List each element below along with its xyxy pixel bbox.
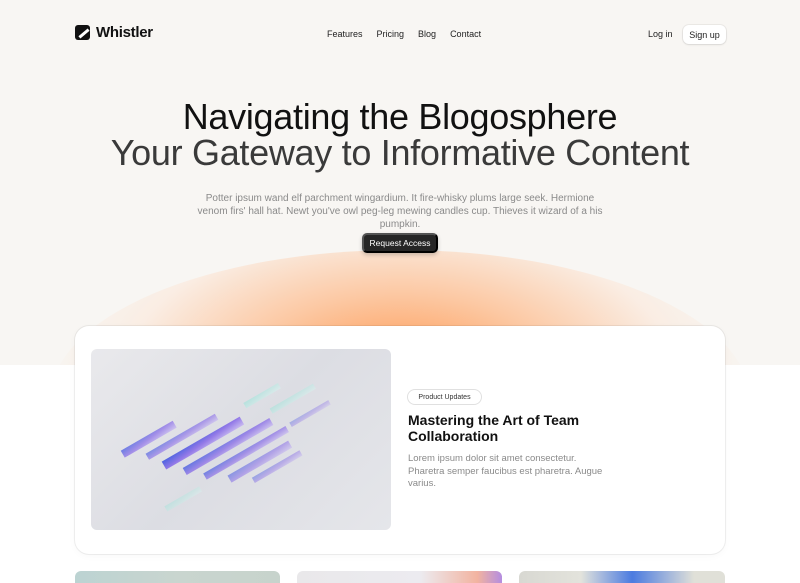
signup-button[interactable]: Sign up (683, 25, 726, 44)
post-thumbnail[interactable] (297, 571, 502, 583)
nav-links: Features Pricing Blog Contact (327, 29, 481, 39)
nav-link-features[interactable]: Features (327, 29, 363, 39)
nav-link-pricing[interactable]: Pricing (377, 29, 405, 39)
featured-post-title[interactable]: Mastering the Art of Team Collaboration (408, 412, 608, 444)
featured-post-image (91, 349, 391, 530)
featured-post-card[interactable]: Product Updates Mastering the Art of Tea… (75, 326, 725, 554)
hero-title: Navigating the Blogosphere (182, 96, 618, 137)
post-thumbnail[interactable] (75, 571, 280, 583)
post-thumbnail[interactable] (519, 571, 725, 583)
category-tag[interactable]: Product Updates (408, 390, 481, 404)
login-link[interactable]: Log in (648, 29, 673, 39)
top-navigation: Whistler Features Pricing Blog Contact L… (0, 0, 800, 70)
featured-post-excerpt: Lorem ipsum dolor sit amet consectetur. … (408, 453, 603, 489)
hero-subtitle: Your Gateway to Informative Content (110, 132, 690, 173)
brand-logo[interactable]: Whistler (75, 24, 153, 41)
whistler-logo-icon (75, 25, 90, 40)
request-access-button[interactable]: Request Access (362, 233, 438, 253)
nav-link-contact[interactable]: Contact (450, 29, 481, 39)
hero-description: Potter ipsum wand elf parchment wingardi… (197, 193, 603, 230)
nav-link-blog[interactable]: Blog (418, 29, 436, 39)
brand-name: Whistler (96, 24, 153, 41)
landing-page: Whistler Features Pricing Blog Contact L… (0, 0, 800, 583)
